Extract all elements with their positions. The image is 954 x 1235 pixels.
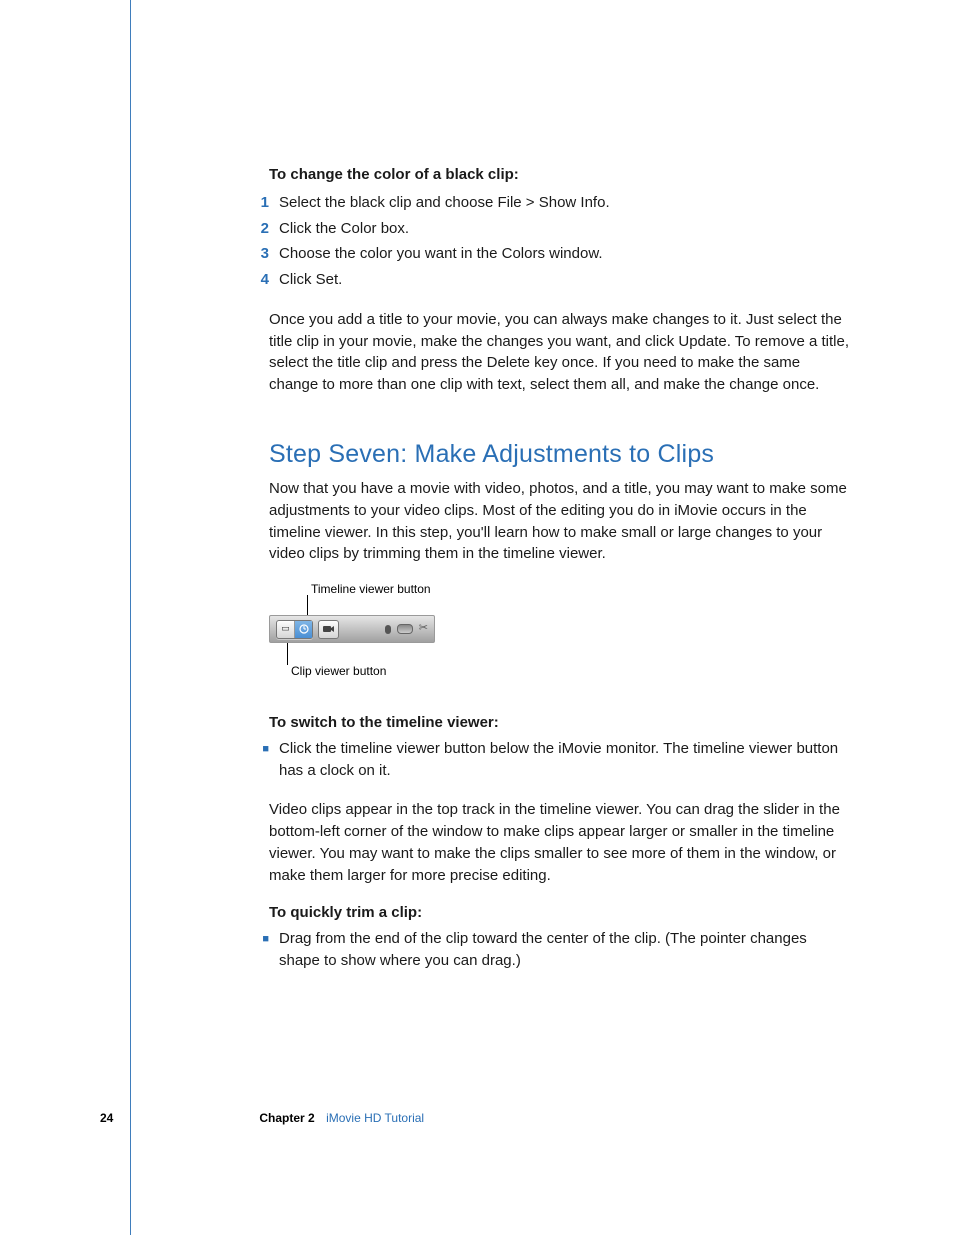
- chapter-title: iMovie HD Tutorial: [326, 1111, 424, 1125]
- callout-clip: Clip viewer button: [291, 663, 386, 680]
- page-footer: 24 Chapter 2 iMovie HD Tutorial: [100, 1110, 424, 1127]
- imovie-toolbar: ▭ ✂: [269, 615, 435, 643]
- list-number: 4: [245, 269, 279, 291]
- subhead-quick-trim: To quickly trim a clip:: [269, 902, 851, 924]
- bullet-icon: ■: [245, 738, 279, 782]
- list-item: 4 Click Set.: [269, 269, 851, 291]
- list-text: Click Set.: [279, 269, 342, 291]
- bullet-icon: ■: [245, 928, 279, 972]
- list-item: 2 Click the Color box.: [269, 218, 851, 240]
- callout-timeline: Timeline viewer button: [311, 581, 431, 598]
- list-item: ■ Click the timeline viewer button below…: [269, 738, 851, 782]
- list-number: 2: [245, 218, 279, 240]
- list-text: Choose the color you want in the Colors …: [279, 243, 603, 265]
- body-paragraph: Video clips appear in the top track in t…: [269, 799, 851, 886]
- chapter-label: Chapter 2: [259, 1111, 314, 1125]
- page-number: 24: [100, 1110, 113, 1127]
- clip-viewer-button[interactable]: ▭: [277, 621, 295, 638]
- margin-rule: [130, 0, 131, 1235]
- callout-line: [307, 595, 308, 615]
- step-heading: Step Seven: Make Adjustments to Clips: [269, 436, 851, 472]
- viewer-mode-toggle[interactable]: ▭: [276, 620, 313, 639]
- body-paragraph: Now that you have a movie with video, ph…: [269, 478, 851, 565]
- body-paragraph: Once you add a title to your movie, you …: [269, 309, 851, 396]
- list-text: Drag from the end of the clip toward the…: [279, 928, 851, 972]
- subhead-change-color: To change the color of a black clip:: [269, 164, 851, 186]
- slider-icon[interactable]: [397, 624, 413, 634]
- timeline-viewer-button[interactable]: [295, 621, 312, 638]
- list-number: 3: [245, 243, 279, 265]
- mic-icon: [385, 625, 391, 634]
- list-item: ■ Drag from the end of the clip toward t…: [269, 928, 851, 972]
- list-number: 1: [245, 192, 279, 214]
- list-item: 1 Select the black clip and choose File …: [269, 192, 851, 214]
- list-text: Click the Color box.: [279, 218, 409, 240]
- callout-line: [287, 643, 288, 665]
- list-item: 3 Choose the color you want in the Color…: [269, 243, 851, 265]
- scissors-icon[interactable]: ✂: [419, 621, 428, 637]
- camera-button[interactable]: [318, 620, 339, 639]
- list-text: Click the timeline viewer button below t…: [279, 738, 851, 782]
- toolbar-figure: Timeline viewer button ▭ ✂: [269, 585, 851, 690]
- subhead-switch-timeline: To switch to the timeline viewer:: [269, 712, 851, 734]
- list-text: Select the black clip and choose File > …: [279, 192, 610, 214]
